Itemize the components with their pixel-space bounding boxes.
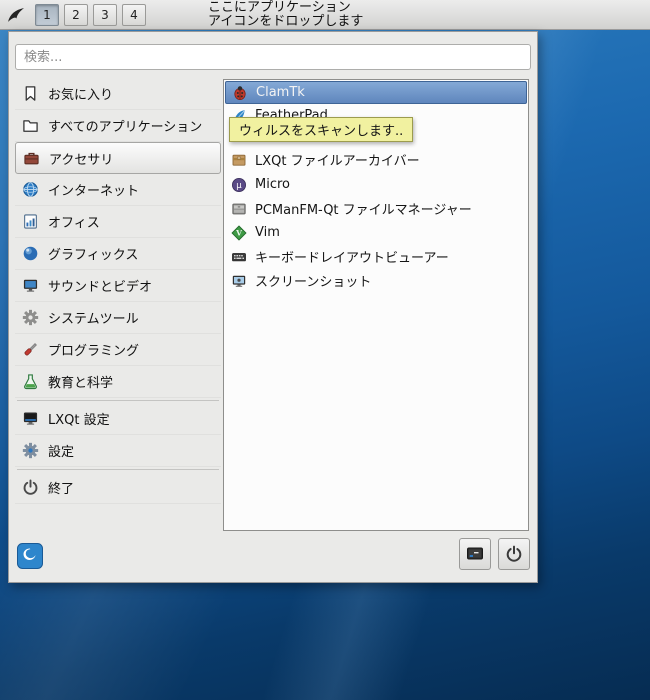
app-label: キーボードレイアウトビューアー (255, 251, 449, 266)
app-vim[interactable]: V Vim (225, 221, 527, 244)
app-label: LXQt ファイルアーカイバー (255, 154, 420, 169)
drop-hint-line1: ここにアプリケーション (208, 0, 351, 15)
bookmark-icon (22, 85, 39, 102)
category-label: お気に入り (48, 88, 114, 103)
panel-drop-hint: ここにアプリケーション アイコンをドロップします (208, 0, 364, 29)
category-label: インターネット (48, 184, 140, 199)
category-label: 終了 (48, 482, 75, 497)
svg-text:V: V (235, 228, 242, 237)
category-label: サウンドとビデオ (48, 280, 153, 295)
screenshot-monitor-icon (231, 273, 247, 289)
shutdown-button[interactable] (498, 538, 530, 570)
menu-button[interactable] (4, 3, 28, 27)
app-pcmanfm-qt[interactable]: PCManFM-Qt ファイルマネージャー (225, 197, 527, 220)
app-label: Micro (255, 177, 290, 192)
category-settings[interactable]: 設定 (15, 435, 221, 467)
archive-box-icon (231, 152, 247, 168)
category-all-applications[interactable]: すべてのアプリケーション (15, 110, 221, 142)
workspace-button-2[interactable]: 2 (64, 3, 88, 26)
category-office[interactable]: オフィス (15, 206, 221, 238)
workspace-button-1[interactable]: 1 (35, 3, 59, 26)
category-sound-video[interactable]: サウンドとビデオ (15, 270, 221, 302)
category-system-tools[interactable]: システムツール (15, 302, 221, 334)
bug-icon (232, 85, 248, 101)
category-label: LXQt 設定 (48, 413, 110, 428)
app-label: ClamTk (256, 85, 305, 100)
app-list: ClamTk FeatherPad LXQt ファイルアーカイバー μ Micr… (223, 79, 529, 531)
app-clamtk[interactable]: ClamTk (225, 81, 527, 104)
monitor-media-icon (22, 277, 39, 294)
separator (15, 467, 221, 472)
svg-text:μ: μ (236, 181, 242, 191)
app-keyboard-layout-viewer[interactable]: キーボードレイアウトビューアー (225, 245, 527, 268)
sphere-icon (22, 245, 39, 262)
lxqt-logo-icon (17, 543, 43, 569)
separator (15, 398, 221, 403)
category-label: アクセサリ (49, 152, 114, 168)
category-label: すべてのアプリケーション (48, 120, 203, 135)
category-list: お気に入り すべてのアプリケーション アクセサリ インターネット オフィス グラ… (15, 78, 221, 504)
footer-buttons (459, 538, 530, 570)
category-label: オフィス (48, 216, 100, 231)
leave-screen-icon (466, 545, 484, 563)
globe-icon (22, 181, 39, 198)
flask-icon (22, 373, 39, 390)
category-lxqt-settings[interactable]: LXQt 設定 (15, 403, 221, 435)
lxqt-logo-button[interactable] (17, 543, 43, 569)
category-label: システムツール (48, 312, 139, 327)
power-icon (22, 479, 39, 496)
workspace-button-4[interactable]: 4 (122, 3, 146, 26)
desktop: 1 2 3 4 ここにアプリケーション アイコンをドロップします お気に入り (0, 0, 650, 700)
gear-blue-icon (22, 442, 39, 459)
monitor-settings-icon (22, 410, 39, 427)
category-favorites[interactable]: お気に入り (15, 78, 221, 110)
workspace-button-3[interactable]: 3 (93, 3, 117, 26)
category-leave[interactable]: 終了 (15, 472, 221, 504)
office-chart-icon (22, 213, 39, 230)
tooltip: ウィルスをスキャンします.. (229, 117, 414, 142)
folder-icon (22, 117, 39, 134)
app-label: PCManFM-Qt ファイルマネージャー (255, 203, 472, 218)
taskbar: 1 2 3 4 ここにアプリケーション アイコンをドロップします (0, 0, 650, 30)
category-label: 設定 (48, 445, 75, 460)
category-internet[interactable]: インターネット (15, 174, 221, 206)
vim-diamond-icon: V (231, 224, 247, 241)
category-graphics[interactable]: グラフィックス (15, 238, 221, 270)
screwdriver-icon (22, 341, 39, 358)
keyboard-icon (231, 249, 247, 265)
category-programming[interactable]: プログラミング (15, 334, 221, 366)
gear-icon (22, 309, 39, 326)
drop-hint-line2: アイコンをドロップします (208, 13, 364, 29)
app-micro[interactable]: μ Micro (225, 173, 527, 196)
app-screenshot[interactable]: スクリーンショット (225, 269, 527, 292)
app-label: Vim (255, 225, 280, 240)
briefcase-icon (23, 150, 40, 167)
leave-button[interactable] (459, 538, 491, 570)
app-label: スクリーンショット (255, 275, 372, 290)
search-input[interactable] (15, 44, 531, 70)
category-label: 教育と科学 (48, 376, 114, 391)
file-cabinet-icon (231, 201, 247, 217)
category-label: プログラミング (48, 344, 140, 359)
category-education-science[interactable]: 教育と科学 (15, 366, 221, 398)
bird-icon (4, 3, 28, 27)
app-menu-popup: お気に入り すべてのアプリケーション アクセサリ インターネット (8, 31, 538, 583)
power-icon (505, 545, 523, 563)
workspace-switcher: 1 2 3 4 (35, 3, 146, 26)
category-label: グラフィックス (48, 248, 139, 263)
mu-circle-icon: μ (231, 177, 247, 193)
category-accessories[interactable]: アクセサリ (15, 142, 221, 174)
app-lxqt-archiver[interactable]: LXQt ファイルアーカイバー (225, 148, 527, 171)
